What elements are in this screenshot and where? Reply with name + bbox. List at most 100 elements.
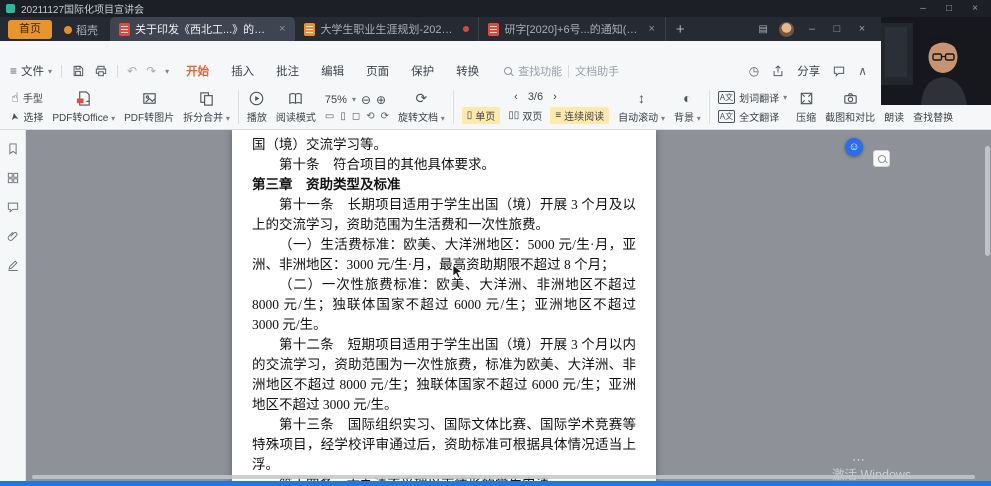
comment-icon[interactable] bbox=[832, 64, 846, 78]
history-icon[interactable]: ◷ bbox=[749, 64, 759, 78]
pdf-to-image-icon bbox=[141, 90, 158, 107]
tab-bar: 首页 稻壳 关于印发《西北工...》的通知.pdf × 大学生职业生涯规划-20… bbox=[0, 17, 991, 41]
tab-docer[interactable]: 稻壳 bbox=[57, 20, 105, 39]
menu-item-edit[interactable]: 编辑 bbox=[321, 63, 344, 79]
tab-document-2[interactable]: 大学生职业生涯规划-2021春季学期 bbox=[295, 17, 479, 41]
docer-icon bbox=[64, 26, 72, 34]
pdf-to-image-button[interactable]: PDF转图片 bbox=[121, 90, 177, 124]
share-icon[interactable] bbox=[771, 64, 785, 78]
scrollbar-thumb[interactable] bbox=[985, 146, 990, 256]
split-merge-button[interactable]: 拆分合并 ▾ bbox=[180, 90, 233, 124]
screen: 20211127国际化项目宣讲会 – □ × 首页 稻壳 关于印发《西北工...… bbox=[0, 0, 991, 486]
thumbnail-icon[interactable] bbox=[6, 171, 20, 185]
tab-list-icon[interactable]: ▤ bbox=[759, 24, 768, 35]
tab-document-1[interactable]: 关于印发《西北工...》的通知.pdf × bbox=[110, 17, 295, 41]
attachment-icon[interactable] bbox=[6, 229, 20, 243]
rotate-right-icon[interactable]: ⟳ bbox=[381, 111, 389, 122]
auto-scroll-button[interactable]: ↕ 自动滚动 ▾ bbox=[615, 90, 668, 124]
doc-assistant-label[interactable]: 文档助手 bbox=[575, 63, 619, 79]
signature-icon[interactable] bbox=[6, 258, 20, 272]
cursor-arrow-icon: ➤ bbox=[9, 111, 21, 121]
new-tab-button[interactable]: + bbox=[666, 21, 695, 38]
vertical-scrollbar[interactable] bbox=[985, 132, 990, 471]
screenshot-compare-button[interactable]: 截图和对比 bbox=[822, 90, 878, 124]
page-indicator[interactable]: 3/6 bbox=[528, 91, 543, 103]
previous-page-icon[interactable]: ‹ bbox=[514, 91, 518, 103]
next-page-icon[interactable]: › bbox=[553, 91, 557, 103]
window-maximize-button[interactable]: □ bbox=[939, 0, 959, 17]
menu-item-annotate[interactable]: 批注 bbox=[276, 63, 299, 79]
window-title: 20211127国际化项目宣讲会 bbox=[21, 1, 144, 16]
wps-restore-button[interactable]: □ bbox=[830, 21, 844, 38]
single-page-mode-button[interactable]: ▯ 单页 bbox=[462, 107, 501, 124]
print-icon[interactable] bbox=[94, 64, 108, 78]
user-avatar[interactable] bbox=[779, 22, 794, 37]
chevron-down-icon: ▾ bbox=[697, 114, 701, 123]
chevron-down-icon: ▾ bbox=[111, 114, 115, 123]
undo-icon[interactable]: ↶ bbox=[127, 64, 137, 78]
chevron-down-icon: ▾ bbox=[783, 93, 787, 102]
assistant-floating-button[interactable]: ☺ bbox=[845, 138, 863, 156]
collapse-ribbon-icon[interactable]: ∧ bbox=[858, 64, 867, 78]
recorder-app-icon bbox=[6, 4, 15, 13]
compress-button[interactable]: 压缩 bbox=[793, 90, 819, 124]
fit-width-icon[interactable]: ▭ bbox=[325, 111, 334, 122]
compress-icon bbox=[798, 90, 815, 107]
translate-group: A文 划词翻译 ▾ A文 全文翻译 bbox=[715, 90, 790, 124]
continuous-mode-button[interactable]: ≡ 连续阅读 bbox=[550, 107, 609, 124]
menu-item-convert[interactable]: 转换 bbox=[456, 63, 479, 79]
menu-item-protect[interactable]: 保护 bbox=[411, 63, 434, 79]
bookmark-icon[interactable] bbox=[6, 142, 20, 156]
pdf-paragraph: 第十一条 长期项目适用于学生出国（境）开展 3 个月及以上的交流学习，资助范围为… bbox=[252, 195, 636, 235]
undo-history-chevron-icon[interactable]: ▾ bbox=[165, 67, 169, 76]
document-viewport[interactable]: 国（境）交流学习等。 第十条 符合项目的其他具体要求。 第三章 资助类型及标准 … bbox=[26, 130, 991, 481]
zoom-level-value[interactable]: 75% bbox=[325, 94, 347, 106]
window-close-button[interactable]: × bbox=[965, 0, 985, 17]
pdf-file-icon bbox=[119, 23, 130, 36]
ribbon: ≡ 文件 ▾ ↶ ↷ ▾ 开始 插入 批注 编辑 页面 保护 转换 查找功 bbox=[0, 41, 991, 130]
rotate-left-icon[interactable]: ⟲ bbox=[366, 111, 374, 122]
menu-bar: ≡ 文件 ▾ ↶ ↷ ▾ 开始 插入 批注 编辑 页面 保护 转换 查找功 bbox=[10, 61, 991, 81]
floating-search-button[interactable] bbox=[873, 150, 890, 167]
fit-page-icon[interactable]: ▯ bbox=[340, 111, 346, 122]
background-icon: ◐ bbox=[683, 90, 691, 107]
zoom-out-icon[interactable]: ⊖ bbox=[361, 93, 371, 107]
rotate-document-button[interactable]: ⟳ 旋转文档 ▾ bbox=[395, 90, 448, 124]
menu-item-start[interactable]: 开始 bbox=[186, 63, 209, 79]
camera-icon bbox=[842, 90, 859, 107]
hand-tool-button[interactable]: ☝ 手型 bbox=[11, 90, 43, 105]
chevron-down-icon[interactable]: ▾ bbox=[352, 95, 356, 104]
read-mode-button[interactable]: 阅读模式 bbox=[273, 90, 319, 124]
save-icon[interactable] bbox=[71, 64, 85, 78]
play-button[interactable]: 播放 bbox=[244, 90, 270, 124]
search-input[interactable]: 查找功能 文档助手 bbox=[504, 63, 619, 79]
full-translate-button[interactable]: A文 全文翻译 bbox=[718, 109, 787, 124]
double-page-mode-button[interactable]: ▯▯ 双页 bbox=[503, 107, 547, 124]
select-tool-button[interactable]: ➤ 选择 bbox=[11, 109, 43, 124]
window-minimize-button[interactable]: – bbox=[913, 0, 933, 17]
menu-item-insert[interactable]: 插入 bbox=[231, 63, 254, 79]
word-translate-button[interactable]: A文 划词翻译 ▾ bbox=[718, 90, 787, 105]
wps-close-button[interactable]: × bbox=[855, 21, 869, 38]
wps-minimize-button[interactable]: – bbox=[805, 21, 819, 38]
horizontal-scrollbar[interactable] bbox=[32, 475, 975, 479]
background-button[interactable]: ◐ 背景 ▾ bbox=[671, 90, 704, 124]
tab-close-icon[interactable]: × bbox=[278, 23, 286, 35]
comment-icon[interactable] bbox=[6, 200, 20, 214]
search-icon bbox=[504, 67, 512, 75]
tab-document-3[interactable]: 研字[2020]+6号...的通知(签章).pdf × bbox=[479, 17, 665, 41]
hand-icon: ☝ bbox=[11, 91, 19, 104]
share-label[interactable]: 分享 bbox=[797, 63, 820, 79]
redo-icon[interactable]: ↷ bbox=[146, 64, 156, 78]
tab-home[interactable]: 首页 bbox=[8, 20, 52, 39]
pdf-to-office-button[interactable]: PDF转Office ▾ bbox=[49, 90, 118, 124]
tab-close-icon[interactable]: × bbox=[647, 23, 655, 35]
left-panel-bar bbox=[0, 130, 26, 481]
actual-size-icon[interactable]: ◻ bbox=[352, 111, 360, 122]
menu-item-page[interactable]: 页面 bbox=[366, 63, 389, 79]
split-merge-icon bbox=[198, 90, 215, 107]
file-menu-button[interactable]: ≡ 文件 ▾ bbox=[10, 63, 52, 79]
zoom-in-icon[interactable]: ⊕ bbox=[376, 93, 386, 107]
menu-items: 开始 插入 批注 编辑 页面 保护 转换 bbox=[186, 63, 479, 79]
play-icon bbox=[248, 90, 265, 107]
